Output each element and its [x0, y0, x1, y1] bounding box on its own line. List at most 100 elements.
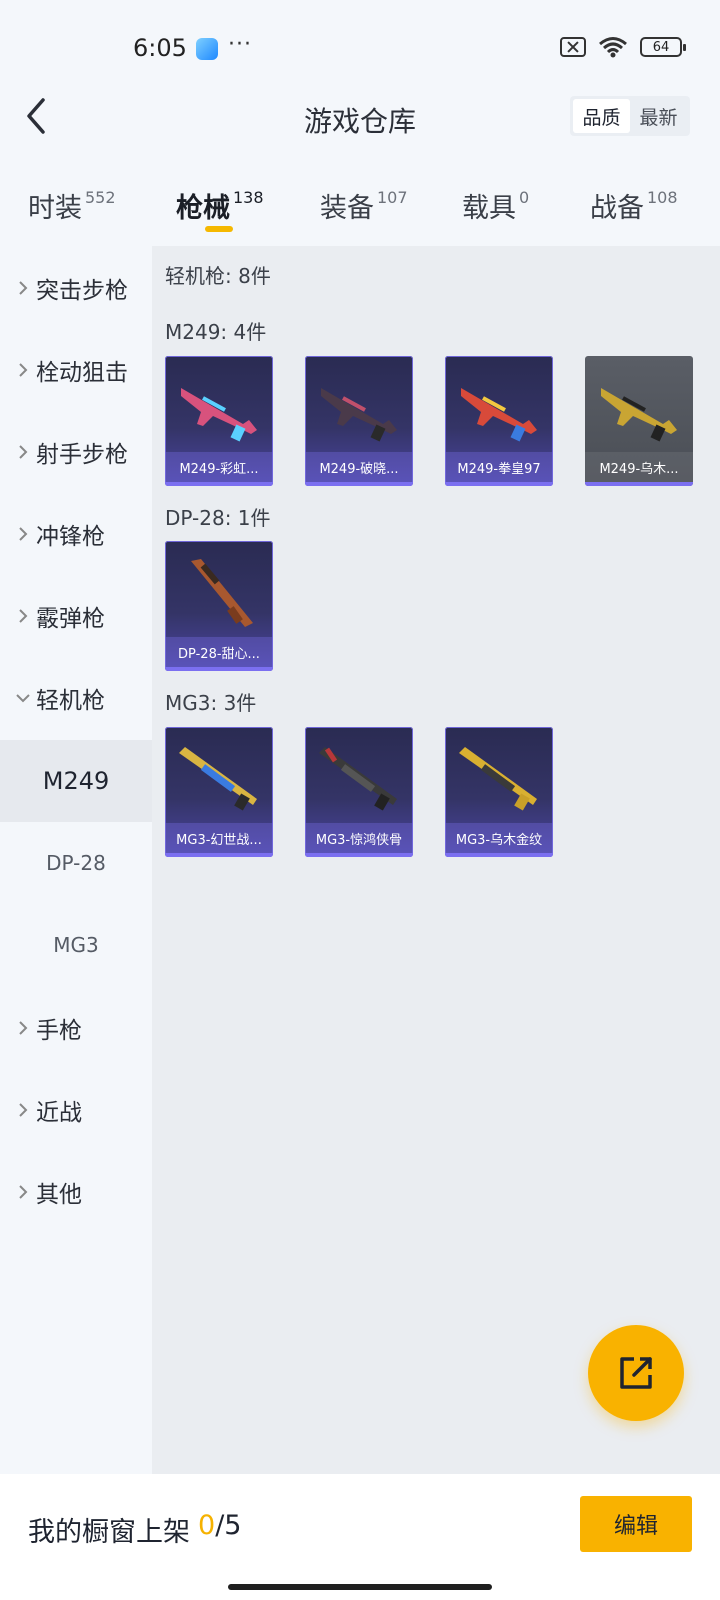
battery-icon: 64 [640, 37, 686, 57]
showcase-count: 0 [198, 1510, 216, 1541]
weapon-card[interactable]: MG3-幻世战... [165, 727, 273, 857]
sidebar-item-bolt-sniper[interactable]: 栓动狙击 [0, 340, 152, 400]
mg3-weapon-icon [319, 747, 397, 811]
tab-label: 战备 [590, 193, 644, 224]
dp28-weapon-icon [191, 559, 253, 627]
sidebar-item-label: 其他 [36, 1182, 82, 1208]
mg3-weapon-icon [179, 747, 257, 811]
tab-label: 装备 [320, 193, 374, 224]
showcase-status: 我的橱窗上架 0 /5 [28, 1510, 241, 1549]
sidebar-item-marksman-rifle[interactable]: 射手步枪 [0, 422, 152, 482]
showcase-label: 我的橱窗上架 [28, 1517, 190, 1548]
tab-vehicles[interactable]: 载具 0 [462, 186, 529, 225]
weapon-card[interactable]: M249-彩虹... [165, 356, 273, 486]
sidebar-item-label: 射手步枪 [36, 442, 128, 468]
weapon-grid-panel: 轻机枪: 8件 M249: 4件 M249-彩虹... M249-破晓... M… [152, 246, 720, 1474]
edit-button[interactable]: 编辑 [580, 1496, 692, 1552]
m249-weapon-icon [461, 388, 537, 442]
sidebar-subitem-m249[interactable]: M249 [0, 740, 152, 822]
home-indicator[interactable] [228, 1584, 492, 1590]
header: 游戏仓库 品质 最新 [0, 92, 720, 148]
chevron-right-icon [19, 445, 28, 459]
m249-weapon-icon [181, 388, 257, 442]
weapon-card[interactable]: DP-28-甜心... [165, 541, 273, 671]
weapon-category-sidebar: 突击步枪 栓动狙击 射手步枪 冲锋枪 霰弹枪 轻机枪 M249 DP-28 MG… [0, 246, 152, 1474]
weapon-card[interactable]: MG3-惊鸿侠骨 [305, 727, 413, 857]
mg3-weapon-icon [459, 747, 537, 811]
weapon-card[interactable]: M249-拳皇97 [445, 356, 553, 486]
chevron-right-icon [19, 1021, 28, 1035]
tab-count: 552 [85, 188, 116, 207]
sidebar-subitem-dp28[interactable]: DP-28 [0, 822, 152, 904]
weapon-card[interactable]: M249-破晓... [305, 356, 413, 486]
sidebar-item-assault-rifle[interactable]: 突击步枪 [0, 258, 152, 318]
rarity-bar [165, 482, 273, 486]
sidebar-item-pistol[interactable]: 手枪 [0, 998, 152, 1058]
sort-toggle: 品质 最新 [570, 96, 690, 136]
rarity-bar [305, 482, 413, 486]
sidebar-item-label: 冲锋枪 [36, 524, 105, 550]
tab-equipment[interactable]: 装备 107 [320, 186, 408, 225]
more-notifications-icon: ··· [228, 32, 252, 57]
group-title-dp28: DP-28: 1件 [165, 506, 271, 530]
tab-count: 138 [233, 188, 264, 207]
rarity-bar [445, 853, 553, 857]
bottom-bar: 我的橱窗上架 0 /5 编辑 [0, 1474, 720, 1600]
chevron-right-icon [19, 609, 28, 623]
weapon-card-name: M249-彩虹... [165, 452, 273, 482]
rarity-bar [165, 853, 273, 857]
tab-supplies[interactable]: 战备 108 [590, 186, 678, 225]
sidebar-subitem-mg3[interactable]: MG3 [0, 904, 152, 986]
chevron-down-icon [16, 694, 30, 703]
sidebar-item-lmg[interactable]: 轻机枪 [0, 668, 152, 728]
weapon-card-name: MG3-惊鸿侠骨 [305, 823, 413, 853]
weapon-card-name: MG3-乌木金纹 [445, 823, 553, 853]
sidebar-item-label: 手枪 [36, 1018, 82, 1044]
sidebar-item-other[interactable]: 其他 [0, 1162, 152, 1222]
tab-count: 108 [647, 188, 678, 207]
no-sim-icon [560, 37, 586, 57]
chevron-right-icon [19, 1103, 28, 1117]
group-title-mg3: MG3: 3件 [165, 691, 257, 715]
status-time: 6:05 [133, 34, 187, 62]
chevron-right-icon [19, 281, 28, 295]
group-title-m249: M249: 4件 [165, 320, 267, 344]
weapon-card-name: M249-拳皇97 [445, 452, 553, 482]
status-bar: 6:05 ··· 64 [0, 0, 720, 96]
sort-quality-button[interactable]: 品质 [573, 99, 630, 133]
m249-weapon-icon [601, 388, 677, 442]
sidebar-item-label: 突击步枪 [36, 278, 128, 304]
sidebar-item-smg[interactable]: 冲锋枪 [0, 504, 152, 564]
rarity-bar [305, 853, 413, 857]
sidebar-item-shotgun[interactable]: 霰弹枪 [0, 586, 152, 646]
chevron-right-icon [19, 1185, 28, 1199]
share-button[interactable] [588, 1325, 684, 1421]
sidebar-item-label: 轻机枪 [36, 688, 105, 714]
weapon-card[interactable]: M249-乌木... [585, 356, 693, 486]
tab-firearms[interactable]: 枪械 138 [176, 186, 264, 225]
m249-weapon-icon [321, 388, 397, 442]
sort-newest-button[interactable]: 最新 [630, 99, 687, 133]
tab-count: 0 [519, 188, 530, 207]
tab-label: 枪械 [176, 193, 230, 224]
chevron-right-icon [19, 527, 28, 541]
wifi-icon [598, 36, 628, 58]
category-summary: 轻机枪: 8件 [165, 264, 271, 288]
rarity-bar [585, 482, 693, 486]
weapon-card-name: MG3-幻世战... [165, 823, 273, 853]
sidebar-item-label: 栓动狙击 [36, 360, 128, 386]
app-notification-icon [196, 38, 218, 60]
weapon-card-name: DP-28-甜心... [165, 637, 273, 667]
sidebar-item-melee[interactable]: 近战 [0, 1080, 152, 1140]
sidebar-item-label: 霰弹枪 [36, 606, 105, 632]
showcase-max: /5 [215, 1510, 242, 1541]
tab-label: 时装 [28, 193, 82, 224]
weapon-card[interactable]: MG3-乌木金纹 [445, 727, 553, 857]
tab-count: 107 [377, 188, 408, 207]
back-button[interactable] [18, 96, 58, 136]
rarity-bar [165, 667, 273, 671]
sidebar-item-label: 近战 [36, 1100, 82, 1126]
share-icon [620, 1357, 652, 1389]
weapon-card-name: M249-乌木... [585, 452, 693, 482]
tab-outfits[interactable]: 时装 552 [28, 186, 116, 225]
